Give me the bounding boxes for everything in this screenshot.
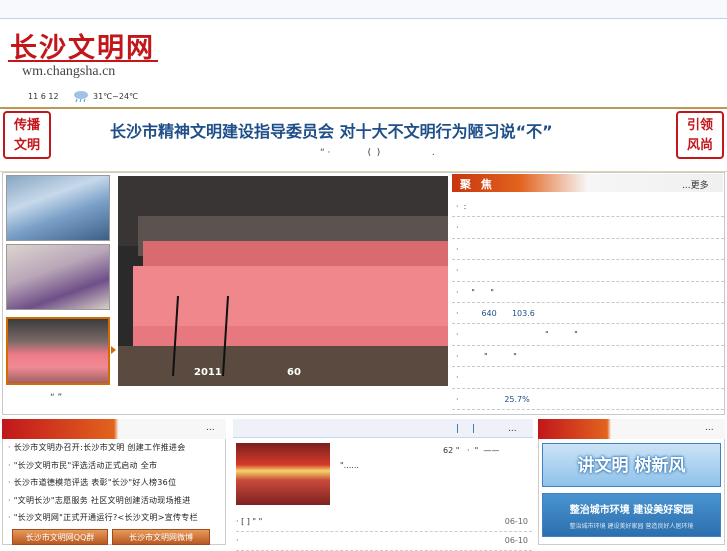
list-item[interactable]: 长沙市道德模范评选 表彰"长沙"好人榜36位 xyxy=(8,477,223,495)
slideshow-thumb-2[interactable] xyxy=(6,244,110,310)
logo-divider xyxy=(8,60,158,62)
list-item[interactable]: "长沙文明网"正式开通运行?<长沙文明>宣传专栏 xyxy=(8,512,223,530)
focus-item[interactable]: · xyxy=(452,260,724,282)
slideshow-caption-year: 2011 xyxy=(194,367,222,378)
banner-headline[interactable]: 长沙市精神文明建设指导委员会 对十大不文明行为陋习说“不” xyxy=(110,118,553,142)
temperature: 31℃~24℃ xyxy=(93,92,139,101)
middle-top-line[interactable]: 62 " · " —— xyxy=(443,446,499,455)
focus-item[interactable]: · " " xyxy=(452,282,724,303)
weibo-button[interactable]: 长沙市文明网微博 xyxy=(112,529,210,545)
tab-separator: | xyxy=(456,424,460,434)
middle-thumb-image[interactable] xyxy=(236,443,330,505)
row-date: 06-10 xyxy=(504,536,528,545)
civilization-banner[interactable]: 讲文明 树新风 xyxy=(542,443,721,487)
focus-item[interactable]: · 25.7% xyxy=(452,389,724,410)
focus-item[interactable]: · " " xyxy=(452,346,724,368)
environment-banner-subtitle: 整治城市环境 建设美好家园 营造良好人居环境 xyxy=(569,523,694,530)
middle-thumb-text[interactable]: "...... xyxy=(340,461,359,470)
qq-group-button[interactable]: 长沙市文明网QQ群 xyxy=(12,529,108,545)
slideshow-thumb-1[interactable] xyxy=(6,175,110,241)
slideshow-thumb-3-active[interactable] xyxy=(6,317,110,385)
tab-separator: | xyxy=(472,424,476,434)
row-date: 06-10 xyxy=(504,517,528,526)
list-item[interactable]: "文明长沙"志愿服务 社区文明创建活动现场推进 xyxy=(8,495,223,513)
left-more-link[interactable]: ... xyxy=(206,423,215,433)
focus-more-link[interactable]: ...更多 xyxy=(682,178,709,191)
middle-tabs-header xyxy=(233,419,533,438)
cloud-rain-icon xyxy=(72,90,90,103)
list-item[interactable]: 长沙市文明办召开:长沙市文明 创建工作推进会 xyxy=(8,442,223,460)
top-nav-bar xyxy=(0,0,727,19)
row-title[interactable]: · [ ] " " xyxy=(236,517,262,526)
focus-item[interactable]: · xyxy=(452,217,724,239)
focus-item[interactable]: · " " xyxy=(452,324,724,346)
environment-banner[interactable]: 整治城市环境 建设美好家园 整治城市环境 建设美好家园 营造良好人居环境 xyxy=(542,493,721,537)
environment-banner-title: 整治城市环境 建设美好家园 xyxy=(569,505,694,516)
seal-left: 传播 文明 xyxy=(3,111,51,159)
focus-list: · : · · · · " " · 640 103.6 · " " · " " … xyxy=(452,196,724,410)
right-panel-header xyxy=(538,419,725,439)
list-item[interactable]: "长沙文明市民"评选活动正式启动 全市 xyxy=(8,460,223,478)
row-title[interactable]: · xyxy=(236,536,239,545)
focus-item[interactable]: · xyxy=(452,239,724,261)
table-row[interactable]: · 06-10 xyxy=(236,531,532,551)
left-news-header xyxy=(2,419,226,439)
seal-right: 引领 风尚 xyxy=(676,111,724,159)
slideshow-main-image[interactable] xyxy=(118,176,448,386)
focus-item[interactable]: · xyxy=(452,367,724,389)
slideshow-caption-num: 60 xyxy=(287,367,301,378)
slideshow-caption-text[interactable]: “ ” xyxy=(50,393,62,403)
focus-item[interactable]: · : xyxy=(452,196,724,218)
focus-item[interactable]: · 640 103.6 xyxy=(452,303,724,325)
site-url[interactable]: wm.changsha.cn xyxy=(22,64,115,80)
right-more-link[interactable]: ... xyxy=(705,423,714,433)
banner-subline: “ · ( ) . xyxy=(320,148,435,158)
left-news-list: 长沙市文明办召开:长沙市文明 创建工作推进会 "长沙文明市民"评选活动正式启动 … xyxy=(8,442,223,530)
focus-title: 聚 焦 xyxy=(460,178,495,191)
current-date: 11 6 12 xyxy=(28,92,59,101)
middle-more-link[interactable]: ... xyxy=(508,424,517,434)
active-thumb-arrow-icon xyxy=(111,346,116,354)
table-row[interactable]: · [ ] " " 06-10 xyxy=(236,512,532,532)
